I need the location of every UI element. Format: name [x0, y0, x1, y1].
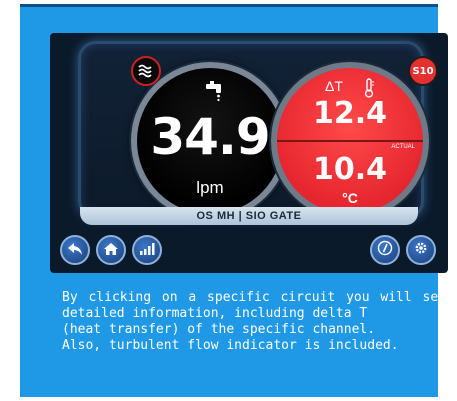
chart-icon — [139, 241, 155, 260]
caption-line: By clicking on a specific circuit you wi… — [62, 290, 446, 321]
channel-badge[interactable]: S10 — [408, 56, 438, 86]
settings-button[interactable] — [406, 235, 436, 265]
gauge-panel: 34.9 lpm ΔT 12.4 ACTUAL 10.4 °C S10 — [78, 41, 438, 220]
info-icon — [377, 240, 393, 260]
back-button[interactable] — [60, 235, 90, 265]
temperature-gauge[interactable]: ΔT 12.4 ACTUAL 10.4 °C — [271, 62, 429, 220]
delta-t-label: ΔT — [325, 78, 343, 94]
description-text: By clicking on a specific circuit you wi… — [62, 290, 446, 354]
home-button[interactable] — [96, 235, 126, 265]
actual-label: ACTUAL — [391, 144, 415, 150]
delta-t-value: 12.4 — [312, 96, 388, 131]
turbulent-flow-icon[interactable] — [131, 56, 161, 86]
temperature-unit: °C — [342, 190, 358, 206]
water-tap-icon — [203, 80, 225, 106]
device-screen: 34.9 lpm ΔT 12.4 ACTUAL 10.4 °C S10 OS M… — [50, 33, 448, 273]
gear-icon — [413, 240, 429, 260]
info-button[interactable] — [370, 235, 400, 265]
flow-value: 34.9 — [150, 108, 270, 166]
home-icon — [103, 241, 119, 260]
flow-gauge[interactable]: 34.9 lpm — [131, 62, 289, 220]
chart-button[interactable] — [132, 235, 162, 265]
actual-temperature-value: 10.4 — [312, 152, 388, 187]
temperature-divider — [277, 140, 423, 142]
flow-unit: lpm — [196, 178, 224, 197]
caption-line: (heat transfer) of the specific channel. — [62, 322, 376, 337]
gate-label: OS MH | SIO GATE — [80, 207, 418, 225]
info-card: 34.9 lpm ΔT 12.4 ACTUAL 10.4 °C S10 OS M… — [20, 4, 448, 397]
caption-line: Also, turbulent flow indicator is includ… — [62, 338, 399, 353]
back-arrow-icon — [67, 241, 83, 260]
